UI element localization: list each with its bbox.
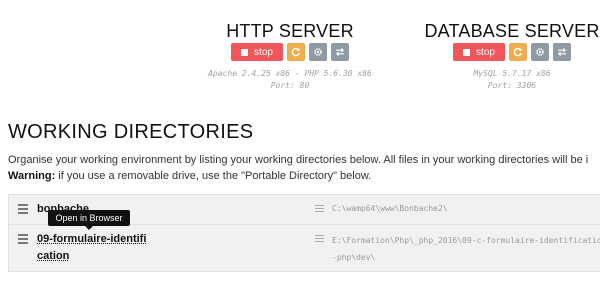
list-icon — [315, 235, 324, 244]
list-icon — [315, 205, 324, 214]
drag-handle-icon[interactable] — [18, 234, 28, 246]
database-server-controls: stop — [412, 43, 600, 61]
database-server-info: MySQL 5.7.17 x86 Port: 3306 — [412, 68, 600, 92]
http-server-version: Apache 2.4.25 x86 - PHP 5.6.30 x86 — [208, 69, 372, 78]
http-server-panel: HTTP SERVER stop Apache 2.4.25 x86 - PHP… — [190, 20, 390, 92]
refresh-icon — [291, 48, 300, 57]
removable-drive-warning: Warning: if you use a removable drive, u… — [8, 169, 371, 183]
db-stop-button[interactable]: stop — [453, 43, 505, 61]
http-server-info: Apache 2.4.25 x86 - PHP 5.6.30 x86 Port:… — [190, 68, 390, 92]
http-server-controls: stop — [190, 43, 390, 61]
refresh-icon — [513, 48, 522, 57]
open-in-browser-tooltip: Open in Browser — [48, 210, 130, 230]
database-server-version: MySQL 5.7.17 x86 — [473, 69, 551, 78]
directory-name-link[interactable]: 09-formulaire-identification — [37, 231, 147, 265]
working-directories-title: WORKING DIRECTORIES — [8, 121, 254, 143]
http-stop-label: stop — [254, 46, 273, 58]
stop-square-icon — [241, 48, 249, 56]
db-restart-button[interactable] — [509, 43, 527, 61]
http-swap-button[interactable] — [331, 43, 349, 61]
gear-icon — [536, 48, 544, 56]
warning-label: Warning: — [8, 170, 56, 182]
db-settings-button[interactable] — [531, 43, 549, 61]
database-server-title: DATABASE SERVER — [424, 21, 600, 41]
working-directories-intro: Organise your working environment by lis… — [8, 154, 589, 166]
swap-arrows-icon — [558, 48, 566, 56]
http-stop-button[interactable]: stop — [231, 43, 283, 61]
database-server-panel: DATABASE SERVER stop MySQL 5.7.17 x86 Po… — [412, 20, 600, 92]
directory-row: 09-formulaire-identification E:\Formatio… — [9, 225, 600, 271]
drag-handle-icon[interactable] — [18, 204, 28, 216]
working-directories-list: bonbache C:\wamp64\www\Bonbache2\ 09-for… — [8, 194, 600, 272]
database-server-port: Port: 3306 — [487, 81, 537, 90]
directory-path: C:\wamp64\www\Bonbache2\ — [332, 204, 448, 213]
http-server-title: HTTP SERVER — [226, 21, 354, 41]
db-swap-button[interactable] — [553, 43, 571, 61]
db-stop-label: stop — [476, 46, 495, 58]
http-settings-button[interactable] — [309, 43, 327, 61]
warning-text: if you use a removable drive, use the "P… — [55, 170, 372, 182]
http-restart-button[interactable] — [287, 43, 305, 61]
gear-icon — [314, 48, 322, 56]
stop-square-icon — [463, 48, 471, 56]
directory-path: E:\Formation\Php\_php_2016\09-c-formulai… — [332, 236, 600, 262]
swap-arrows-icon — [336, 48, 344, 56]
http-server-port: Port: 80 — [270, 81, 310, 90]
